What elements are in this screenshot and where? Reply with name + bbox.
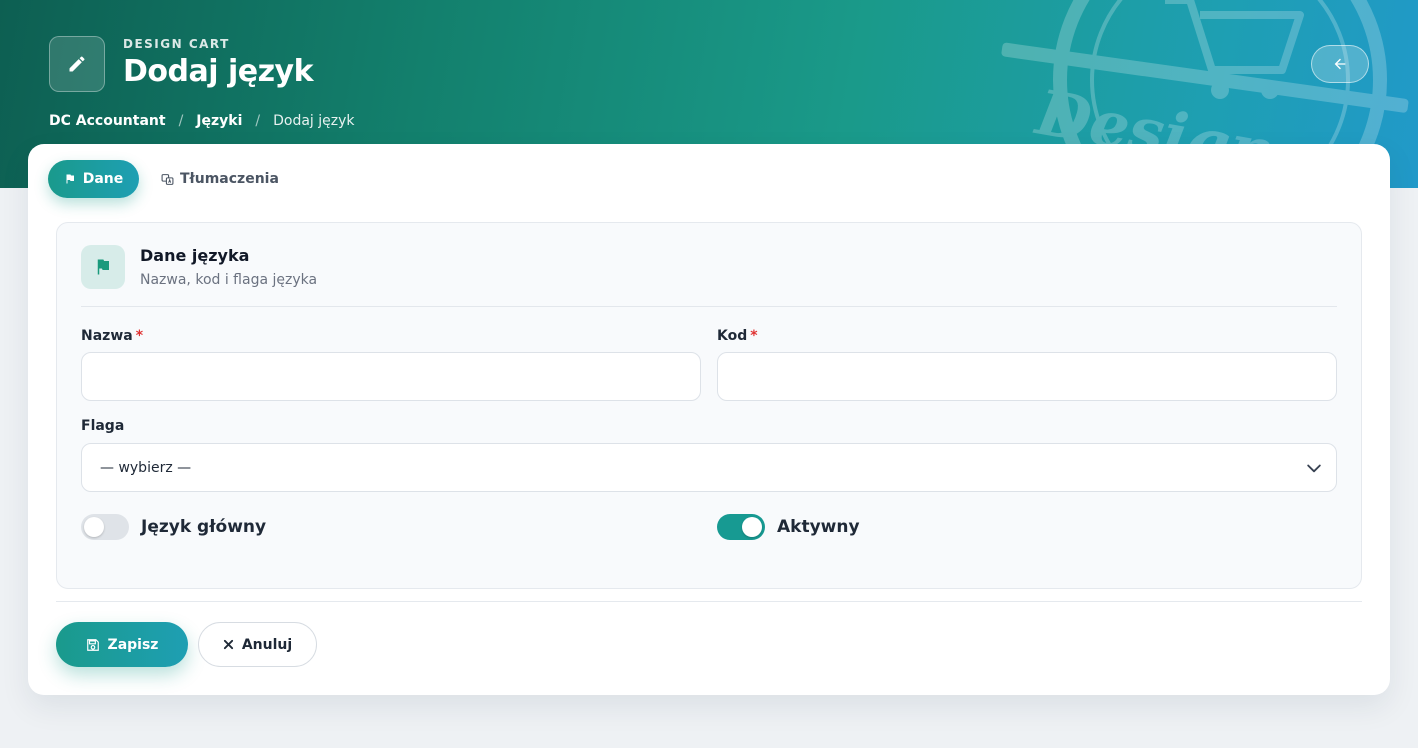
arrow-left-icon	[1334, 58, 1346, 70]
flag-select[interactable]: — wybierz —	[81, 443, 1337, 492]
breadcrumb-item-languages[interactable]: Języki	[196, 113, 242, 129]
cancel-label: Anuluj	[241, 636, 293, 653]
tab-bar: Dane Tłumaczenia	[48, 160, 279, 198]
panel-title: Dane języka	[140, 246, 250, 265]
active-label: Aktywny	[777, 517, 860, 537]
breadcrumb-separator: /	[178, 113, 184, 129]
save-button[interactable]: Zapisz	[56, 622, 188, 667]
active-toggle-row: Aktywny	[717, 514, 860, 540]
breadcrumb-item-dc-accountant[interactable]: DC Accountant	[49, 113, 166, 129]
close-icon	[223, 639, 233, 650]
flag-select-value: — wybierz —	[100, 459, 192, 476]
required-mark: *	[750, 328, 758, 344]
main-language-toggle-row: Język główny	[81, 514, 266, 540]
app-name: DESIGN CART	[123, 37, 230, 51]
flag-icon	[97, 259, 109, 275]
form-card: Dane Tłumaczenia Dane języka Nazwa, kod …	[28, 144, 1390, 695]
breadcrumb-separator: /	[255, 113, 261, 129]
page-title: Dodaj język	[123, 54, 314, 89]
code-label-text: Kod	[717, 328, 748, 344]
tab-label: Dane	[82, 171, 124, 187]
pencil-icon	[69, 56, 85, 72]
tab-dane[interactable]: Dane	[48, 160, 139, 198]
language-data-panel: Dane języka Nazwa, kod i flaga języka Na…	[56, 222, 1362, 589]
toggle-knob	[742, 517, 762, 537]
tab-tlumaczenia[interactable]: Tłumaczenia	[161, 160, 279, 198]
name-label-text: Nazwa	[81, 328, 133, 344]
panel-subtitle: Nazwa, kod i flaga języka	[140, 272, 318, 288]
divider	[56, 601, 1362, 602]
toggle-knob	[84, 517, 104, 537]
main-language-toggle[interactable]	[81, 514, 129, 540]
back-button[interactable]	[1311, 45, 1369, 83]
panel-icon	[81, 245, 125, 289]
page-icon	[49, 36, 105, 92]
cancel-button[interactable]: Anuluj	[198, 622, 317, 667]
name-label: Nazwa *	[81, 328, 143, 344]
code-label: Kod *	[717, 328, 758, 344]
save-label: Zapisz	[107, 636, 159, 653]
flag-label: Flaga	[81, 418, 125, 434]
code-input[interactable]	[717, 352, 1337, 401]
flag-icon	[66, 174, 74, 184]
divider	[81, 306, 1337, 307]
required-mark: *	[135, 328, 144, 344]
breadcrumb-item-current: Dodaj język	[273, 113, 355, 129]
breadcrumb: DC Accountant / Języki / Dodaj język	[49, 113, 355, 129]
main-language-label: Język główny	[141, 517, 267, 537]
language-icon	[161, 173, 174, 185]
save-icon	[86, 638, 99, 651]
name-input[interactable]	[81, 352, 701, 401]
tab-label: Tłumaczenia	[180, 171, 279, 187]
active-toggle[interactable]	[717, 514, 765, 540]
chevron-down-icon	[1307, 464, 1321, 473]
